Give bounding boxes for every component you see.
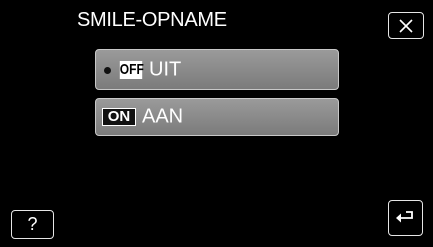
back-button[interactable] (388, 200, 423, 236)
option-label-on: AAN (142, 105, 184, 128)
smile-shot-settings-screen: SMILE-OPNAME OFF UIT ON AAN ? (0, 0, 433, 247)
option-on-button[interactable]: ON AAN (95, 98, 339, 136)
close-button[interactable] (388, 12, 424, 39)
on-badge: ON (102, 108, 136, 126)
option-off-button[interactable]: OFF UIT (95, 49, 339, 90)
help-label: ? (27, 214, 38, 234)
option-label-off: UIT (149, 58, 182, 80)
off-badge: OFF (119, 60, 144, 79)
screen-title: SMILE-OPNAME (77, 9, 227, 31)
return-arrow-icon (395, 211, 413, 223)
help-button[interactable]: ? (11, 210, 54, 239)
close-icon (399, 18, 413, 33)
selected-indicator-icon (104, 66, 111, 74)
